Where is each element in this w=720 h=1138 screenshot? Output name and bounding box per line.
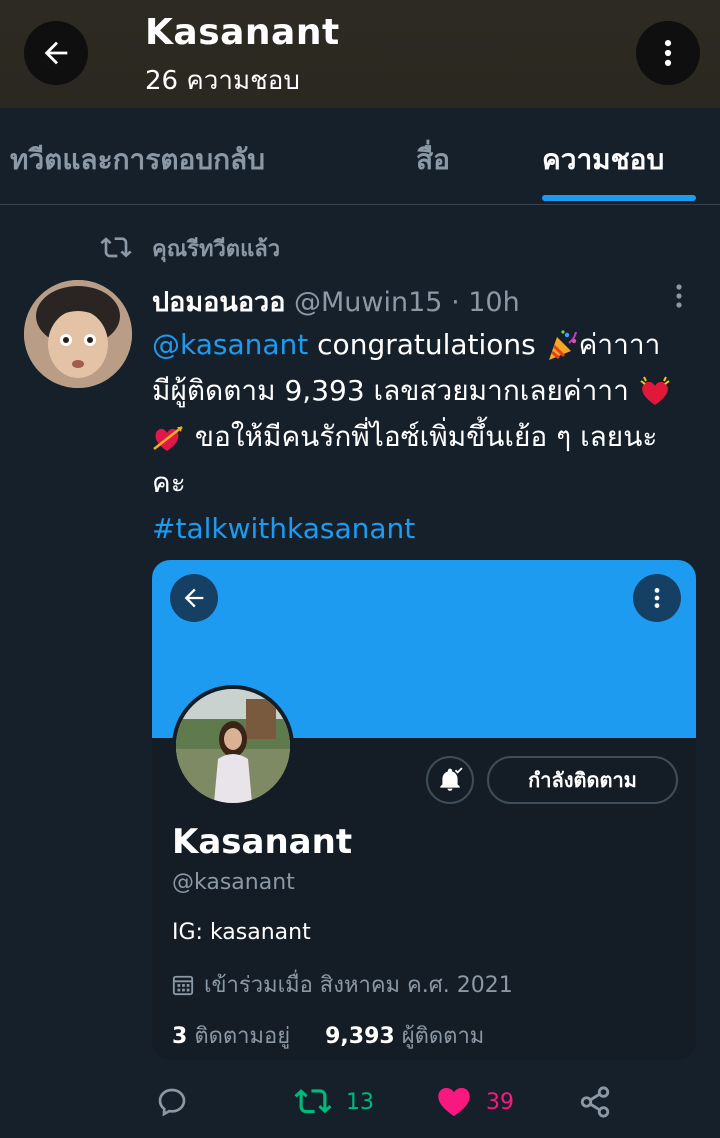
followers-count: 9,393 <box>325 1024 395 1049</box>
retweet-count: 13 <box>346 1089 374 1115</box>
arrow-left-icon <box>184 588 204 608</box>
page-subtitle: 26 ความชอบ <box>145 66 300 96</box>
more-vertical-icon <box>654 588 660 608</box>
tweet-time[interactable]: 10h <box>468 287 519 318</box>
embed-follow-stats: 3 ติดตามอยู่ 9,393 ผู้ติดตาม <box>172 1018 484 1053</box>
embed-profile-handle: @kasanant <box>172 870 295 895</box>
author-avatar[interactable] <box>24 280 132 388</box>
embed-profile-avatar <box>172 685 294 807</box>
calendar-icon <box>172 975 194 995</box>
author-handle[interactable]: @Muwin15 <box>294 287 442 318</box>
page-title: Kasanant <box>145 12 340 53</box>
embed-back-button <box>170 574 218 622</box>
reply-button[interactable] <box>156 1080 188 1124</box>
mention-link[interactable]: @kasanant <box>152 328 308 361</box>
attached-image[interactable]: กำลังติดตาม Kasanant @kasanant IG: kasan… <box>152 560 696 1060</box>
tweet-more-button[interactable] <box>668 282 690 317</box>
following-label: ติดตามอยู่ <box>194 1024 291 1049</box>
back-button[interactable] <box>24 21 88 85</box>
reply-icon <box>158 1088 186 1117</box>
embed-profile-bio: IG: kasanant <box>172 920 311 945</box>
retweet-icon <box>294 1089 332 1114</box>
embed-profile-name: Kasanant <box>172 822 353 862</box>
followers-label: ผู้ติดตาม <box>401 1024 485 1049</box>
like-count: 39 <box>486 1089 514 1115</box>
hashtag-link[interactable]: #talkwithkasanant <box>152 512 415 545</box>
share-button[interactable] <box>578 1080 612 1124</box>
tweet-text-part-3: ขอให้มีคนรักพี่ไอซ์เพิ่มขึ้นเย้อ ๆ เลยนะ… <box>152 420 658 499</box>
bell-icon <box>440 767 463 791</box>
heart-beating-icon <box>640 376 670 405</box>
retweet-label: คุณรีทวีตแล้ว <box>152 236 281 262</box>
heart-icon <box>438 1087 470 1117</box>
arrow-left-icon <box>44 41 68 65</box>
tweet-header: ปอมอนอวอ @Muwin15 · 10h <box>152 280 672 318</box>
top-app-bar: Kasanant 26 ความชอบ <box>0 0 720 108</box>
following-count: 3 <box>172 1024 188 1049</box>
embed-following-button: กำลังติดตาม <box>487 756 678 804</box>
tab-likes[interactable]: ความชอบ <box>542 138 664 182</box>
retweet-button[interactable]: 13 <box>294 1080 374 1124</box>
embed-joined-date: เข้าร่วมเมื่อ สิงหาคม ค.ศ. 2021 <box>172 967 513 1002</box>
tab-media[interactable]: สื่อ <box>416 138 450 182</box>
active-tab-indicator <box>542 195 696 201</box>
heart-with-arrow-icon <box>153 426 183 451</box>
tweet-actions: 13 39 <box>0 1080 720 1124</box>
embed-more-button <box>633 574 681 622</box>
more-vertical-icon <box>676 284 682 308</box>
share-icon <box>580 1086 610 1118</box>
avatar-image <box>24 280 132 388</box>
retweet-context: คุณรีทวีตแล้ว <box>100 230 280 266</box>
tab-tweets-replies[interactable]: ทวีตและการตอบกลับ <box>10 138 265 182</box>
profile-tabs: ทวีตและการตอบกลับ สื่อ ความชอบ <box>0 108 720 205</box>
meta-separator: · <box>442 287 469 318</box>
more-vertical-icon <box>664 39 672 67</box>
joined-text: เข้าร่วมเมื่อ สิงหาคม ค.ศ. 2021 <box>204 973 513 998</box>
like-button[interactable]: 39 <box>436 1080 514 1124</box>
avatar-photo <box>176 689 290 803</box>
embed-notify-button <box>426 756 474 804</box>
party-popper-icon <box>548 330 577 360</box>
more-options-button[interactable] <box>636 21 700 85</box>
author-name[interactable]: ปอมอนอวอ <box>152 287 285 318</box>
tweet-text: @kasanant congratulations ค่าาาา มีผู้ติ… <box>152 322 672 552</box>
tweet-text-part-1: congratulations <box>308 328 545 361</box>
retweet-icon <box>100 237 132 258</box>
divider <box>0 204 720 205</box>
